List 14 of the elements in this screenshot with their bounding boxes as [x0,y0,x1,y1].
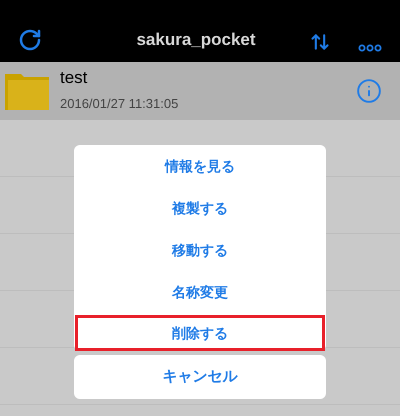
menu-item[interactable]: 情報を見る [74,145,326,187]
window-title: sakura_pocket [136,28,256,50]
cancel-button[interactable]: キャンセル [74,355,326,399]
file-row[interactable]: test 2016/01/27 11:31:05 [0,62,400,120]
sort-icon[interactable] [310,32,330,52]
folder-icon [5,72,49,110]
menu-item[interactable]: 名称変更 [74,271,326,313]
menu-item[interactable]: 複製する [74,187,326,229]
menu-item[interactable]: 削除する [75,315,325,351]
file-date: 2016/01/27 11:31:05 [60,95,180,114]
menu-item[interactable]: 移動する [74,229,326,271]
refresh-icon[interactable] [18,28,42,52]
file-name: test [60,68,88,88]
more-icon[interactable] [358,44,382,52]
